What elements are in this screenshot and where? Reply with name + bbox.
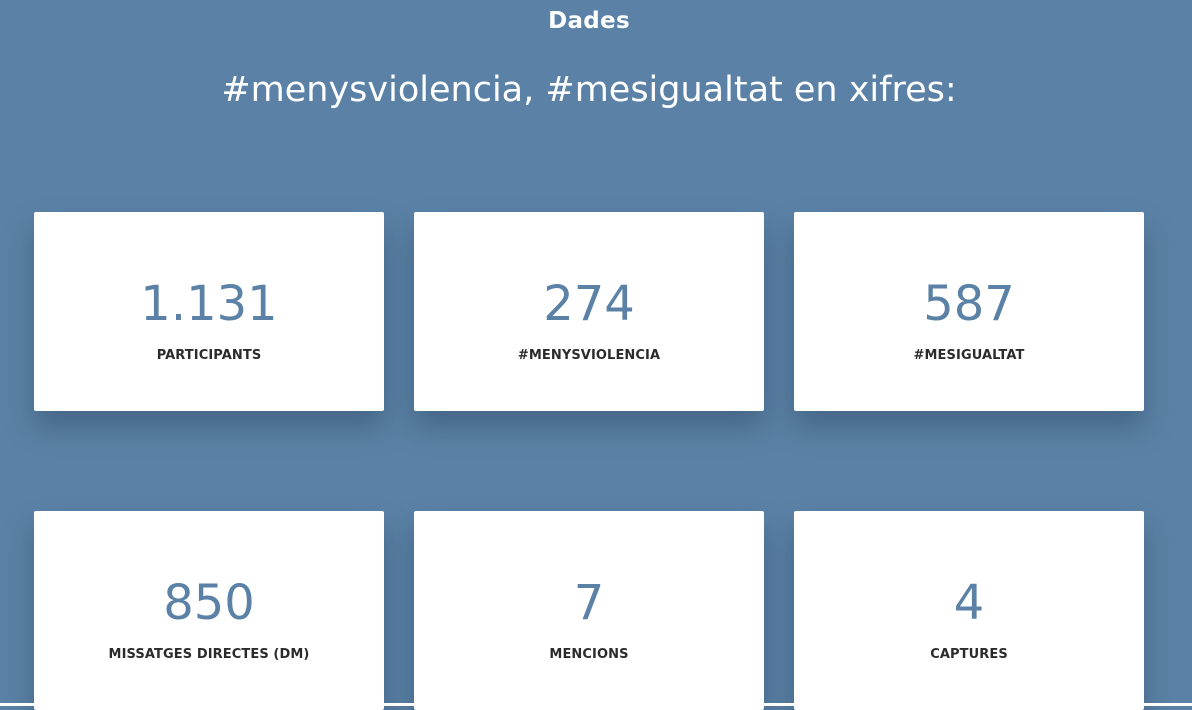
stat-value: 850	[163, 575, 255, 631]
stat-value: 7	[573, 575, 605, 631]
stat-value: 274	[543, 276, 635, 332]
stat-label: CAPTURES	[930, 647, 1008, 662]
stat-label: #MESIGUALTAT	[913, 348, 1025, 363]
stat-value: 587	[923, 276, 1015, 332]
stat-label: MENCIONS	[549, 647, 629, 662]
stat-label: PARTICIPANTS	[156, 348, 262, 363]
stat-value: 4	[953, 575, 985, 631]
stat-value: 1.131	[140, 276, 278, 332]
stat-card-mentions: 7 MENCIONS	[414, 511, 764, 710]
section-label: Dades	[548, 8, 630, 34]
stat-card-participants: 1.131 PARTICIPANTS	[34, 212, 384, 411]
stat-card-direct-messages: 850 MISSATGES DIRECTES (DM)	[34, 511, 384, 710]
stat-card-captures: 4 CAPTURES	[794, 511, 1144, 710]
page-headline: #menysviolencia, #mesigualtat en xifres:	[221, 70, 957, 110]
stat-label: #MENYSVIOLENCIA	[517, 348, 661, 363]
stat-label: MISSATGES DIRECTES (DM)	[108, 647, 310, 662]
stat-card-mesigualtat: 587 #MESIGUALTAT	[794, 212, 1144, 411]
stat-card-menysviolencia: 274 #MENYSVIOLENCIA	[414, 212, 764, 411]
